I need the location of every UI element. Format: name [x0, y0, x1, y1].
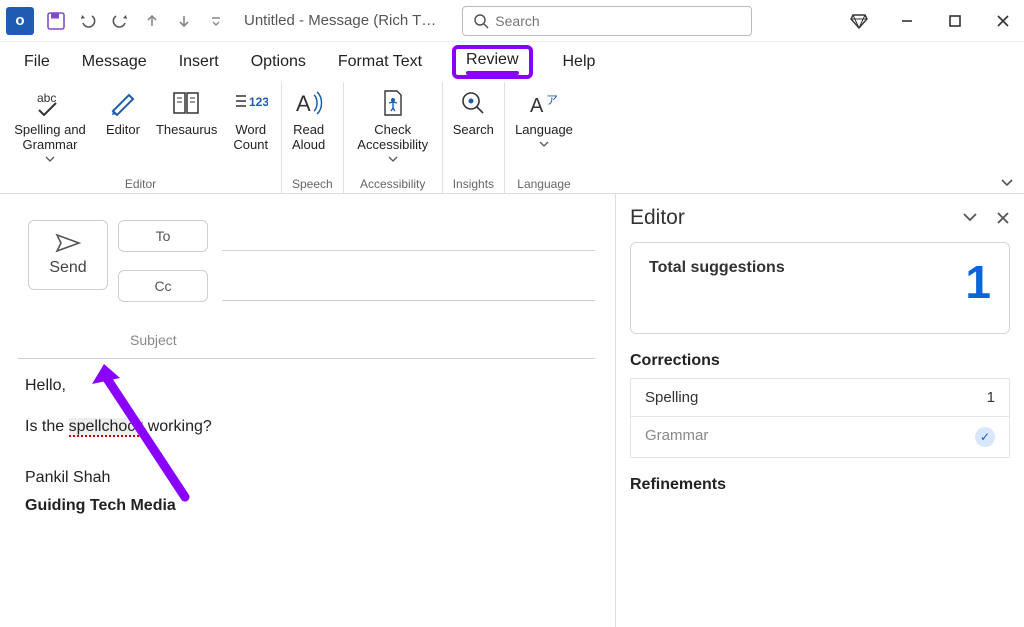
up-arrow-icon[interactable]	[140, 9, 164, 33]
check-icon: ✓	[975, 427, 995, 447]
signature-line: Guiding Tech Media	[25, 492, 590, 519]
ribbon-collapse-icon[interactable]	[1000, 177, 1014, 187]
editor-pane: Editor Total suggestions 1 Corrections S…	[616, 194, 1024, 627]
window-title: Untitled - Message (Rich T…	[244, 12, 436, 29]
premium-diamond-icon[interactable]	[844, 6, 874, 36]
compose-area: Send To Cc Subject Hello, Is the spellch…	[0, 194, 616, 627]
to-field-line[interactable]	[222, 250, 595, 251]
tab-options[interactable]: Options	[249, 49, 308, 75]
svg-text:A: A	[530, 95, 544, 116]
ribbon: abc Spelling and Grammar Editor Thesauru…	[0, 82, 1024, 194]
subject-line	[18, 358, 595, 359]
total-suggestions-count: 1	[965, 259, 991, 305]
spelling-error-word[interactable]: spellchock	[69, 418, 144, 437]
undo-icon[interactable]	[76, 9, 100, 33]
svg-text:123: 123	[249, 95, 268, 109]
svg-text:abc: abc	[37, 91, 56, 105]
svg-text:ア: ア	[546, 93, 558, 107]
pane-collapse-icon[interactable]	[962, 211, 978, 225]
language-button[interactable]: Aア Language	[515, 86, 573, 147]
total-suggestions-label: Total suggestions	[649, 259, 785, 276]
editor-button[interactable]: Editor	[106, 86, 140, 137]
group-label-insights: Insights	[453, 177, 494, 191]
editor-pane-title: Editor	[630, 206, 685, 230]
subject-label[interactable]: Subject	[130, 332, 177, 348]
corrections-grammar-item[interactable]: Grammar ✓	[630, 417, 1010, 458]
redo-icon[interactable]	[108, 9, 132, 33]
maximize-icon[interactable]	[940, 6, 970, 36]
search-icon	[473, 13, 489, 29]
to-button[interactable]: To	[118, 220, 208, 252]
search-box[interactable]	[462, 6, 752, 36]
body-line: Hello,	[25, 372, 590, 399]
tab-help[interactable]: Help	[561, 49, 598, 75]
close-icon[interactable]	[988, 6, 1018, 36]
tab-message[interactable]: Message	[80, 49, 149, 75]
signature-line: Pankil Shah	[25, 464, 590, 491]
tab-file[interactable]: File	[22, 49, 52, 75]
spelling-grammar-button[interactable]: abc Spelling and Grammar	[10, 86, 90, 162]
tab-format-text[interactable]: Format Text	[336, 49, 424, 75]
tab-review[interactable]: Review	[452, 45, 532, 79]
group-label-language: Language	[515, 177, 573, 191]
group-label-accessibility: Accessibility	[354, 177, 432, 191]
cc-button[interactable]: Cc	[118, 270, 208, 302]
check-accessibility-button[interactable]: Check Accessibility	[354, 86, 432, 162]
tab-insert[interactable]: Insert	[177, 49, 221, 75]
send-button[interactable]: Send	[28, 220, 108, 290]
group-label-editor: Editor	[10, 177, 271, 191]
body-line: Is the spellchock working?	[25, 413, 590, 440]
chevron-down-icon	[539, 141, 549, 147]
group-label-speech: Speech	[292, 177, 333, 191]
word-count-button[interactable]: 123 Word Count	[233, 86, 268, 152]
total-suggestions-card[interactable]: Total suggestions 1	[630, 242, 1010, 334]
qat-dropdown-icon[interactable]	[204, 9, 228, 33]
save-icon[interactable]	[44, 9, 68, 33]
chevron-down-icon	[388, 156, 398, 162]
search-input[interactable]	[495, 13, 741, 29]
thesaurus-button[interactable]: Thesaurus	[156, 86, 217, 137]
spelling-count: 1	[987, 389, 995, 406]
app-logo-icon: o	[6, 7, 34, 35]
message-body[interactable]: Hello, Is the spellchock working? Pankil…	[25, 372, 590, 519]
search-button[interactable]: Search	[453, 86, 494, 137]
corrections-spelling-item[interactable]: Spelling 1	[630, 378, 1010, 417]
corrections-heading: Corrections	[630, 352, 1010, 370]
svg-text:A: A	[296, 91, 311, 116]
read-aloud-button[interactable]: A Read Aloud	[292, 86, 325, 152]
cc-field-line[interactable]	[222, 300, 595, 301]
pane-close-icon[interactable]	[996, 211, 1010, 225]
down-arrow-icon[interactable]	[172, 9, 196, 33]
minimize-icon[interactable]	[892, 6, 922, 36]
refinements-heading: Refinements	[630, 476, 1010, 494]
send-icon	[55, 233, 81, 253]
chevron-down-icon	[45, 156, 55, 162]
